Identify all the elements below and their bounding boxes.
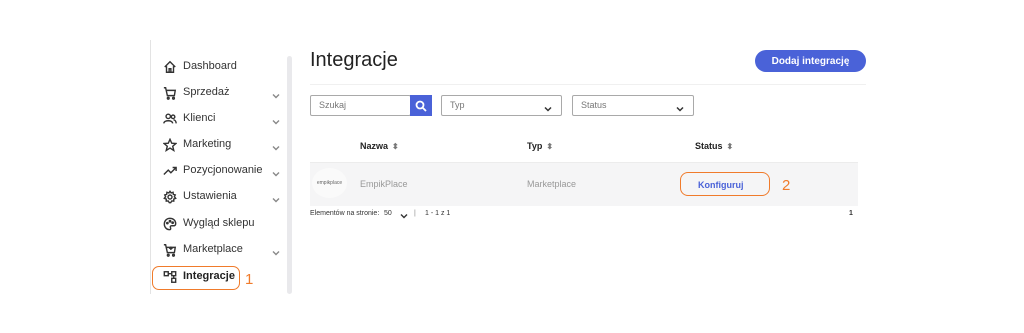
column-header-label: Status (695, 141, 723, 151)
sidebar-item-label: Marketplace (183, 243, 243, 255)
home-icon (162, 59, 178, 75)
items-per-page-value[interactable]: 50 (384, 210, 392, 217)
sidebar-item-pozycjonowanie[interactable]: Pozycjonowanie (152, 159, 286, 183)
cart-icon (162, 85, 178, 101)
sidebar-item-dashboard[interactable]: Dashboard (152, 55, 286, 79)
status-select[interactable]: Status (572, 95, 694, 116)
row-name: EmpikPlace (360, 179, 408, 189)
chevron-down-icon (271, 88, 281, 99)
pagination-separator: | (414, 210, 416, 217)
users-icon (162, 111, 178, 127)
sidebar-item-wyglad-sklepu[interactable]: Wygląd sklepu (152, 212, 286, 236)
column-header-label: Nazwa (360, 141, 389, 151)
pagination-range: 1 - 1 z 1 (425, 210, 451, 217)
chevron-down-icon[interactable] (399, 208, 409, 219)
sort-icon: ⬍ (726, 141, 734, 151)
annotation-number: 1 (245, 271, 254, 288)
sidebar-item-label: Ustawienia (183, 190, 237, 202)
sidebar-item-sprzedaz[interactable]: Sprzedaż (152, 81, 286, 105)
sidebar-divider (150, 40, 151, 294)
search-input[interactable]: Szukaj (310, 95, 411, 116)
search-placeholder: Szukaj (319, 100, 347, 110)
trending-up-icon (162, 163, 178, 179)
chevron-down-icon (271, 245, 281, 256)
items-per-page-label: Elementów na stronie: (310, 210, 380, 217)
search-icon (415, 100, 427, 112)
chevron-down-icon (675, 101, 685, 112)
column-header-type[interactable]: Typ ⬍ (527, 141, 553, 151)
type-placeholder: Typ (450, 100, 465, 110)
sidebar-item-label: Pozycjonowanie (183, 164, 263, 176)
annotation-number: 2 (782, 177, 791, 194)
configure-link[interactable]: Konfiguruj (698, 180, 744, 190)
sidebar-item-label: Wygląd sklepu (183, 217, 255, 229)
search-button[interactable] (410, 95, 432, 116)
sidebar-item-label: Marketing (183, 138, 232, 150)
type-select[interactable]: Typ (441, 95, 562, 116)
page-title: Integracje (310, 49, 398, 71)
sidebar-item-label: Sprzedaż (183, 86, 230, 98)
chevron-down-icon (543, 101, 553, 112)
sidebar-item-klienci[interactable]: Klienci (152, 107, 286, 131)
chevron-down-icon (271, 192, 281, 203)
highlight-outline (152, 266, 240, 290)
chevron-down-icon (271, 140, 281, 151)
chevron-down-icon (271, 114, 281, 125)
sort-icon: ⬍ (392, 141, 399, 151)
chevron-down-icon (271, 166, 281, 177)
sort-icon: ⬍ (546, 141, 554, 151)
sidebar-scrollbar[interactable] (287, 56, 292, 294)
column-header-label: Typ (527, 141, 543, 151)
gear-icon (162, 189, 178, 205)
sidebar-item-ustawienia[interactable]: Ustawienia (152, 185, 286, 209)
empikplace-logo: empikplace (312, 168, 347, 198)
column-header-name[interactable]: Nazwa ⬍ (360, 141, 399, 151)
divider (310, 84, 866, 85)
add-integration-button[interactable]: Dodaj integrację (755, 50, 866, 72)
row-type: Marketplace (527, 179, 577, 189)
marketplace-cart-icon (162, 242, 178, 258)
sidebar-item-marketing[interactable]: Marketing (152, 133, 286, 157)
column-header-status[interactable]: Status ⬍ (695, 141, 733, 151)
page-number[interactable]: 1 (849, 210, 853, 217)
star-icon (162, 137, 178, 153)
sidebar-item-label: Dashboard (183, 60, 237, 72)
sidebar-item-label: Klienci (183, 112, 216, 124)
palette-icon (162, 216, 178, 232)
status-placeholder: Status (581, 100, 607, 110)
sidebar-item-marketplace[interactable]: Marketplace (152, 238, 286, 262)
